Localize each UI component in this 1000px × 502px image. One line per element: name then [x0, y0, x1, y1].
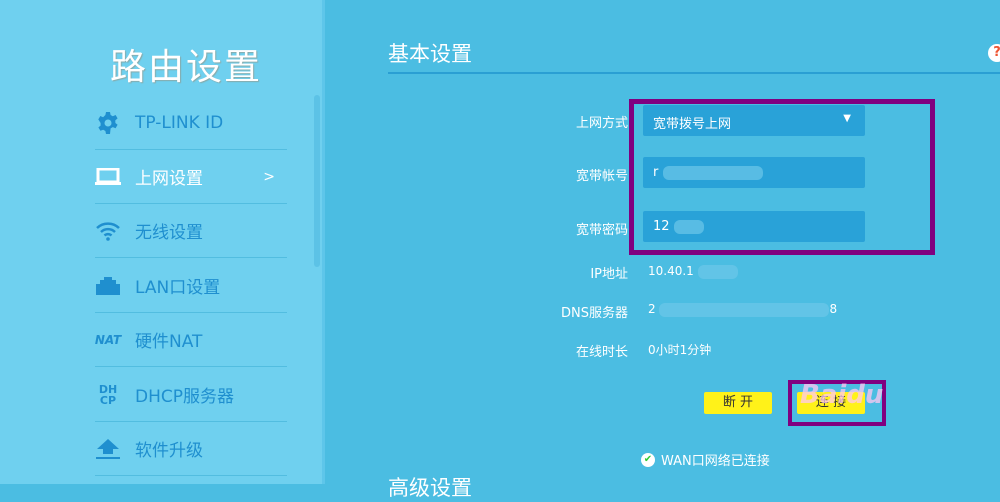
help-icon[interactable]: ?: [988, 44, 1000, 62]
sidebar-item-label: 硬件NAT: [135, 332, 203, 352]
sidebar-item-label: 上网设置: [135, 169, 203, 189]
sidebar-item-lan[interactable]: LAN口设置: [95, 259, 287, 313]
sidebar: 路由设置 TP-LINK ID 上网设置 > 无线设置 LAN口设置 NAT 硬…: [0, 0, 325, 484]
uptime-value: 0小时1分钟: [648, 343, 712, 357]
uptime-label: 在线时长: [575, 345, 628, 360]
dns-value: 2 8: [648, 302, 838, 317]
sidebar-item-label: 无线设置: [135, 223, 203, 243]
sidebar-item-label: 软件升级: [135, 441, 203, 461]
sidebar-item-wireless[interactable]: 无线设置: [95, 204, 287, 258]
sidebar-item-nat[interactable]: NAT 硬件NAT: [95, 313, 287, 367]
heading-divider: [388, 72, 1000, 74]
section-heading: 基本设置: [388, 42, 472, 66]
wan-status: ✔ WAN口网络已连接: [641, 450, 770, 469]
sidebar-item-tplink-id[interactable]: TP-LINK ID: [95, 96, 287, 150]
sidebar-item-internet-settings[interactable]: 上网设置 >: [95, 150, 287, 204]
wifi-icon: [95, 221, 121, 241]
check-icon: ✔: [641, 452, 655, 467]
dhcp-icon: DH CP: [98, 382, 118, 407]
chevron-right-icon: >: [263, 168, 275, 185]
password-label: 宽带密码: [575, 223, 628, 238]
divider: [322, 0, 325, 484]
sidebar-item-label: LAN口设置: [135, 278, 221, 298]
nat-icon: NAT: [94, 332, 122, 347]
account-label: 宽带帐号: [575, 169, 628, 184]
ip-label: IP地址: [590, 267, 628, 282]
sidebar-scrollbar[interactable]: [314, 95, 320, 267]
sidebar-item-label: TP-LINK ID: [135, 112, 224, 133]
upload-icon: [95, 438, 121, 460]
advanced-heading: 高级设置: [388, 476, 472, 500]
sidebar-item-label: DHCP服务器: [135, 387, 234, 407]
laptop-icon: [95, 167, 121, 186]
dns-label: DNS服务器: [561, 306, 628, 321]
sidebar-item-upgrade[interactable]: 软件升级: [95, 422, 287, 476]
wan-status-text: WAN口网络已连接: [661, 454, 770, 469]
ip-value: 10.40.1: [648, 264, 738, 279]
baidu-watermark: Baidu: [800, 380, 884, 410]
sidebar-item-dhcp[interactable]: DH CP DHCP服务器: [95, 368, 287, 422]
disconnect-button[interactable]: 断 开: [704, 392, 772, 414]
conn-type-label: 上网方式: [575, 116, 628, 131]
sidebar-title: 路由设置: [110, 47, 263, 88]
lan-port-icon: [95, 276, 121, 296]
highlight-box: [629, 99, 935, 255]
gear-icon: [95, 111, 121, 135]
